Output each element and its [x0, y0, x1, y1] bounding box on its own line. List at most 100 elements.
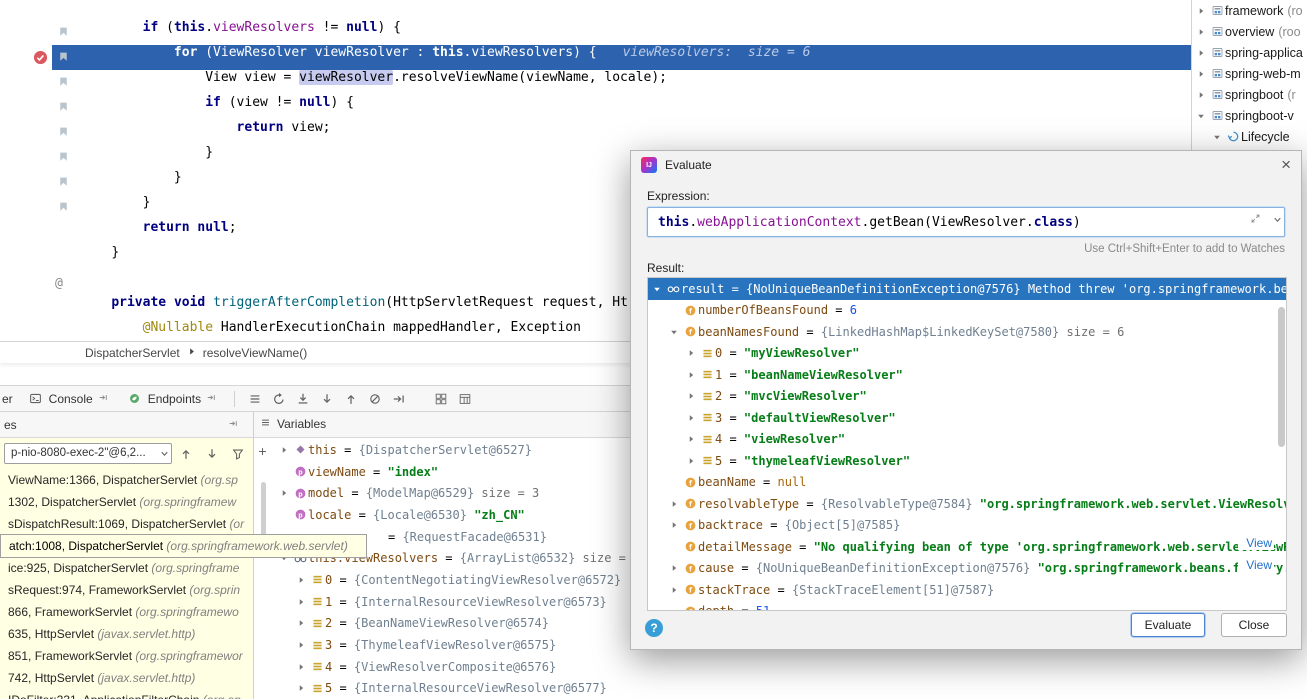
jump-to-icon[interactable]: [98, 392, 109, 406]
chevron-right-icon[interactable]: [296, 662, 309, 672]
code-line[interactable]: View view = viewResolver.resolveViewName…: [0, 70, 1191, 95]
arrow-up-icon[interactable]: [339, 389, 363, 409]
arrow-down-icon[interactable]: [315, 389, 339, 409]
chevron-right-icon[interactable]: [1196, 6, 1209, 16]
project-tree-item[interactable]: springboot(r: [1192, 84, 1307, 105]
chevron-right-icon[interactable]: [669, 499, 682, 509]
breadcrumb-method[interactable]: resolveViewName(): [203, 346, 307, 360]
chevron-right-icon[interactable]: [296, 640, 309, 650]
result-tree-row[interactable]: 3 = "defaultViewResolver": [648, 407, 1286, 429]
tab-endpoints[interactable]: Endpoints: [118, 386, 226, 411]
expand-icon[interactable]: [1250, 213, 1261, 227]
tab-console[interactable]: Console: [19, 386, 118, 411]
bookmark-flag-icon[interactable]: [57, 26, 70, 39]
chevron-down-icon[interactable]: [1196, 111, 1209, 121]
frame-row[interactable]: 635, HttpServlet (javax.servlet.http): [0, 623, 253, 645]
run-to-cursor-icon[interactable]: [387, 389, 411, 409]
frame-row[interactable]: 742, HttpServlet (javax.servlet.http): [0, 667, 253, 689]
result-tree-row[interactable]: 2 = "mvcViewResolver": [648, 386, 1286, 408]
frame-tooltip[interactable]: atch:1008, DispatcherServlet (org.spring…: [0, 534, 367, 558]
pin-icon[interactable]: [228, 418, 239, 432]
chevron-right-icon[interactable]: [669, 520, 682, 530]
project-tree-item[interactable]: spring-applica: [1192, 42, 1307, 63]
project-tree-item[interactable]: framework(ro: [1192, 0, 1307, 21]
close-icon[interactable]: ×: [1281, 154, 1291, 176]
bookmark-flag-icon[interactable]: [57, 126, 70, 139]
add-watch-icon[interactable]: [257, 446, 268, 460]
chevron-right-icon[interactable]: [686, 370, 699, 380]
bookmark-flag-icon[interactable]: [57, 201, 70, 214]
thread-selector[interactable]: p-nio-8080-exec-2"@6,2...: [4, 443, 172, 464]
chevron-right-icon[interactable]: [686, 456, 699, 466]
rerun-icon[interactable]: [267, 389, 291, 409]
view-link[interactable]: View: [1238, 558, 1274, 572]
previous-frame-button[interactable]: [174, 444, 198, 464]
chevron-right-icon[interactable]: [686, 348, 699, 358]
dialog-titlebar[interactable]: IJ Evaluate ×: [631, 151, 1301, 179]
hamburger-icon[interactable]: [243, 389, 267, 409]
view-link[interactable]: View: [1238, 536, 1274, 550]
layout-options-icon[interactable]: [260, 417, 271, 431]
chevron-down-icon[interactable]: [1212, 132, 1225, 142]
result-tree-row[interactable]: fbeanNamesFound = {LinkedHashMap$LinkedK…: [648, 321, 1286, 343]
frame-row[interactable]: ViewName:1366, DispatcherServlet (org.sp: [0, 469, 253, 491]
chevron-right-icon[interactable]: [296, 618, 309, 628]
project-tree-item[interactable]: overview(roo: [1192, 21, 1307, 42]
execution-line[interactable]: for (ViewResolver viewResolver : this.vi…: [0, 45, 1191, 70]
result-tree-row[interactable]: fdepth = 51: [648, 601, 1286, 612]
result-tree-row[interactable]: result = {NoUniqueBeanDefinitionExceptio…: [648, 278, 1286, 300]
chevron-down-icon[interactable]: [652, 284, 665, 294]
chevron-right-icon[interactable]: [296, 683, 309, 693]
chevron-right-icon[interactable]: [686, 434, 699, 444]
filter-icon[interactable]: [226, 444, 250, 464]
bookmark-flag-icon[interactable]: [57, 101, 70, 114]
grid-icon[interactable]: [429, 389, 453, 409]
chevron-right-icon[interactable]: [686, 391, 699, 401]
code-line[interactable]: if (view != null) {: [0, 95, 1191, 120]
next-frame-button[interactable]: [200, 444, 224, 464]
bookmark-flag-icon[interactable]: [57, 51, 70, 64]
tab-debugger-partial[interactable]: er: [0, 392, 19, 406]
project-tree-item[interactable]: spring-web-m: [1192, 63, 1307, 84]
chevron-right-icon[interactable]: [669, 585, 682, 595]
breakpoint-hit-icon[interactable]: [33, 50, 48, 65]
evaluate-button[interactable]: Evaluate: [1131, 613, 1205, 637]
help-icon[interactable]: ?: [645, 619, 663, 637]
frame-row[interactable]: 851, FrameworkServlet (org.springframewo…: [0, 645, 253, 667]
project-tree-item[interactable]: Lifecycle: [1192, 126, 1307, 147]
result-tree-row[interactable]: fcause = {NoUniqueBeanDefinitionExceptio…: [648, 558, 1286, 580]
chevron-right-icon[interactable]: [296, 597, 309, 607]
chevron-right-icon[interactable]: [279, 488, 292, 498]
scrollbar-thumb[interactable]: [261, 482, 266, 538]
project-tree-item[interactable]: springboot-v: [1192, 105, 1307, 126]
chevron-right-icon[interactable]: [279, 445, 292, 455]
scrollbar-thumb[interactable]: [1278, 307, 1285, 447]
result-tree-row[interactable]: fnumberOfBeansFound = 6: [648, 300, 1286, 322]
result-tree-row[interactable]: 1 = "beanNameViewResolver": [648, 364, 1286, 386]
breadcrumb-class[interactable]: DispatcherServlet: [85, 346, 180, 360]
chevron-right-icon[interactable]: [1196, 90, 1209, 100]
bookmark-flag-icon[interactable]: [57, 151, 70, 164]
result-tree-row[interactable]: fdetailMessage = "No qualifying bean of …: [648, 536, 1286, 558]
variable-row[interactable]: 5 = {InternalResourceViewResolver@6577}: [275, 678, 835, 699]
jump-to-icon[interactable]: [206, 392, 217, 406]
result-tree-row[interactable]: 0 = "myViewResolver": [648, 343, 1286, 365]
chevron-down-icon[interactable]: [1272, 214, 1283, 228]
code-line[interactable]: return view;: [0, 120, 1191, 145]
code-line[interactable]: if (this.viewResolvers != null) {: [0, 20, 1191, 45]
bookmark-flag-icon[interactable]: [57, 176, 70, 189]
chevron-right-icon[interactable]: [1196, 69, 1209, 79]
result-tree-row[interactable]: fbeanName = null: [648, 472, 1286, 494]
frame-row[interactable]: ice:925, DispatcherServlet (org.springfr…: [0, 557, 253, 579]
close-button[interactable]: Close: [1221, 613, 1287, 637]
frame-row[interactable]: sRequest:974, FrameworkServlet (org.spri…: [0, 579, 253, 601]
result-tree-row[interactable]: fstackTrace = {StackTraceElement[51]@758…: [648, 579, 1286, 601]
expression-input[interactable]: this.webApplicationContext.getBean(ViewR…: [647, 207, 1285, 237]
bookmark-flag-icon[interactable]: [57, 76, 70, 89]
table-icon[interactable]: [453, 389, 477, 409]
result-tree-row[interactable]: fbacktrace = {Object[5]@7585}: [648, 515, 1286, 537]
chevron-down-icon[interactable]: [669, 327, 682, 337]
result-tree-row[interactable]: 5 = "thymeleafViewResolver": [648, 450, 1286, 472]
download-icon[interactable]: [291, 389, 315, 409]
variable-row[interactable]: 4 = {ViewResolverComposite@6576}: [275, 656, 835, 678]
